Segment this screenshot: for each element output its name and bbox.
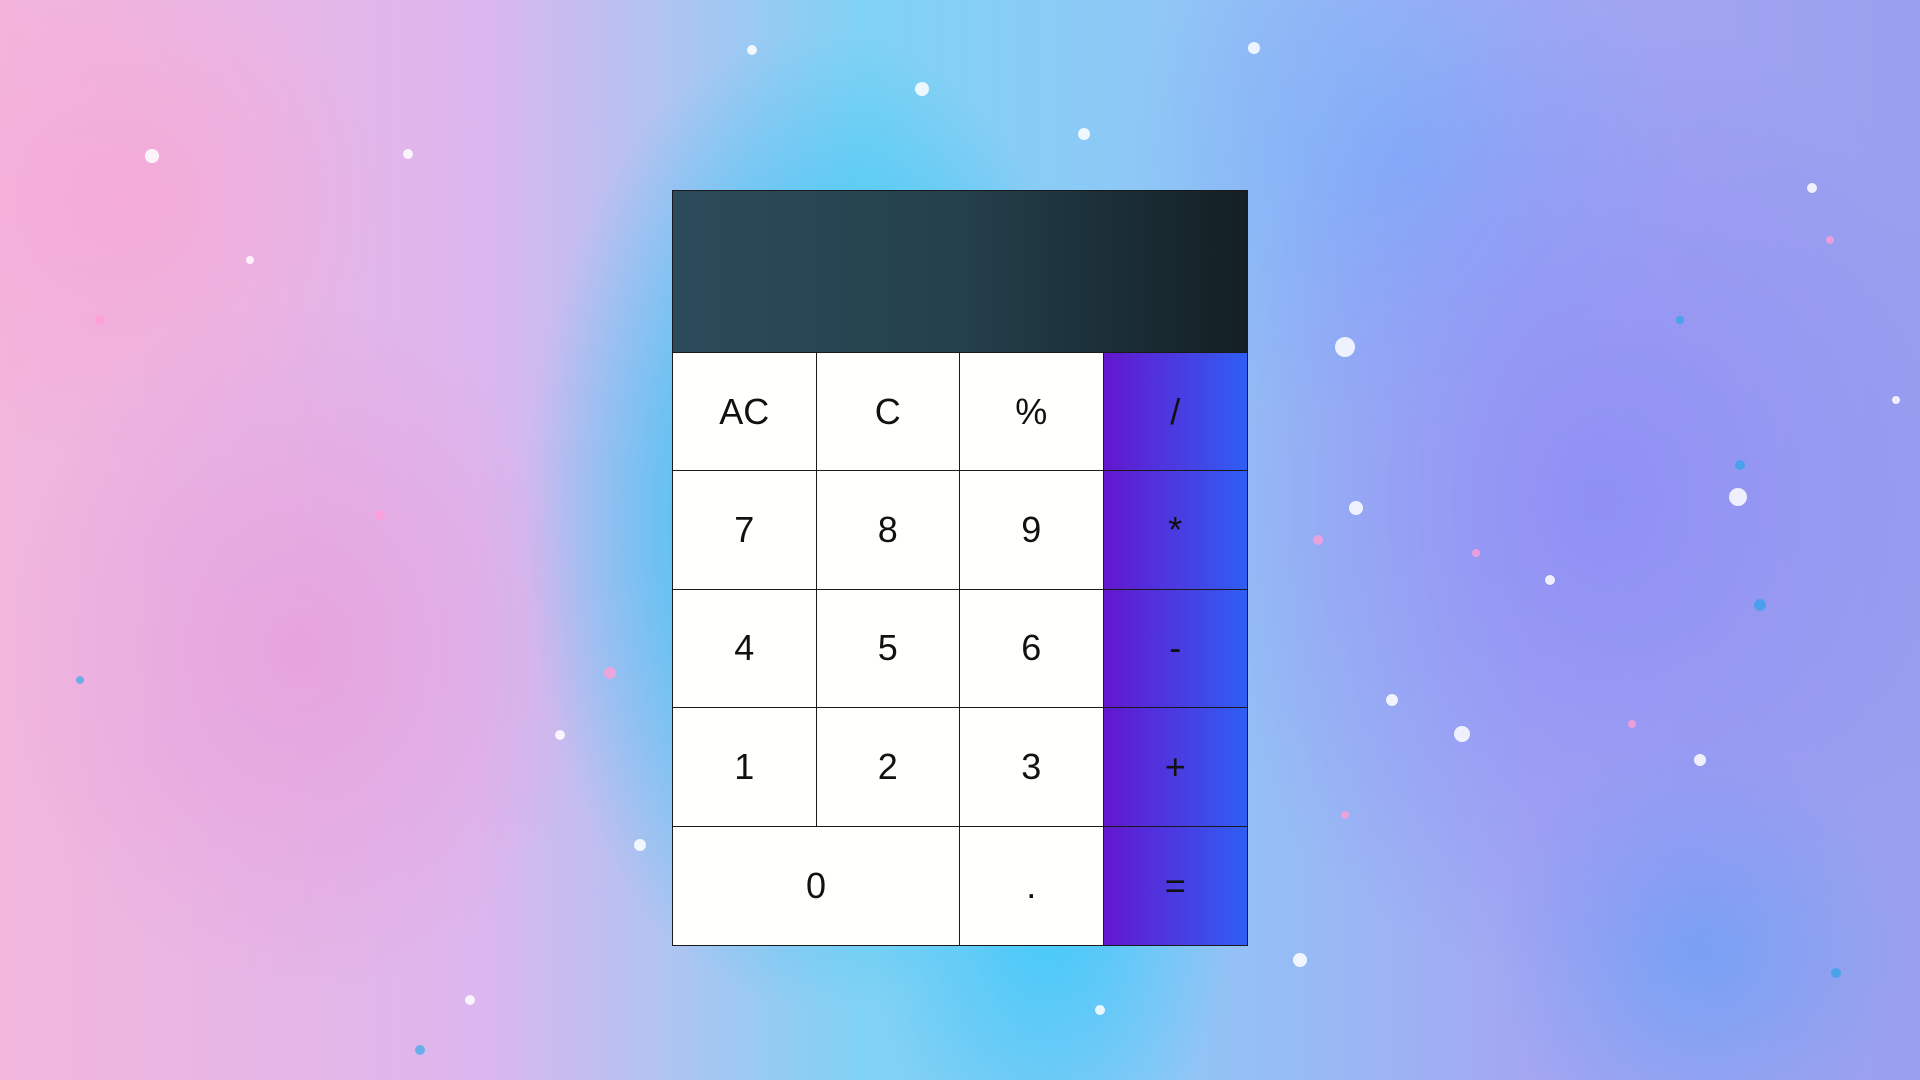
four-button[interactable]: 4 [673,589,817,709]
percent-button[interactable]: % [960,353,1104,472]
add-button[interactable]: + [1103,708,1247,827]
clear-button[interactable]: C [816,353,960,472]
eight-button[interactable]: 8 [816,471,960,590]
six-button[interactable]: 6 [960,589,1104,709]
seven-button[interactable]: 7 [673,471,817,590]
all-clear-button[interactable]: AC [673,353,817,472]
equals-button[interactable]: = [1103,826,1247,945]
keypad: AC C % / 7 8 9 * 4 5 6 - 1 2 3 + 0 . = [673,353,1247,945]
decimal-button[interactable]: . [960,826,1104,945]
five-button[interactable]: 5 [816,589,960,709]
divide-button[interactable]: / [1103,353,1247,472]
zero-button[interactable]: 0 [673,826,960,945]
one-button[interactable]: 1 [673,708,817,827]
two-button[interactable]: 2 [816,708,960,827]
calculator-display [673,191,1247,353]
multiply-button[interactable]: * [1103,471,1247,590]
subtract-button[interactable]: - [1103,589,1247,709]
calculator: AC C % / 7 8 9 * 4 5 6 - 1 2 3 + 0 . = [672,190,1248,946]
three-button[interactable]: 3 [960,708,1104,827]
nine-button[interactable]: 9 [960,471,1104,590]
